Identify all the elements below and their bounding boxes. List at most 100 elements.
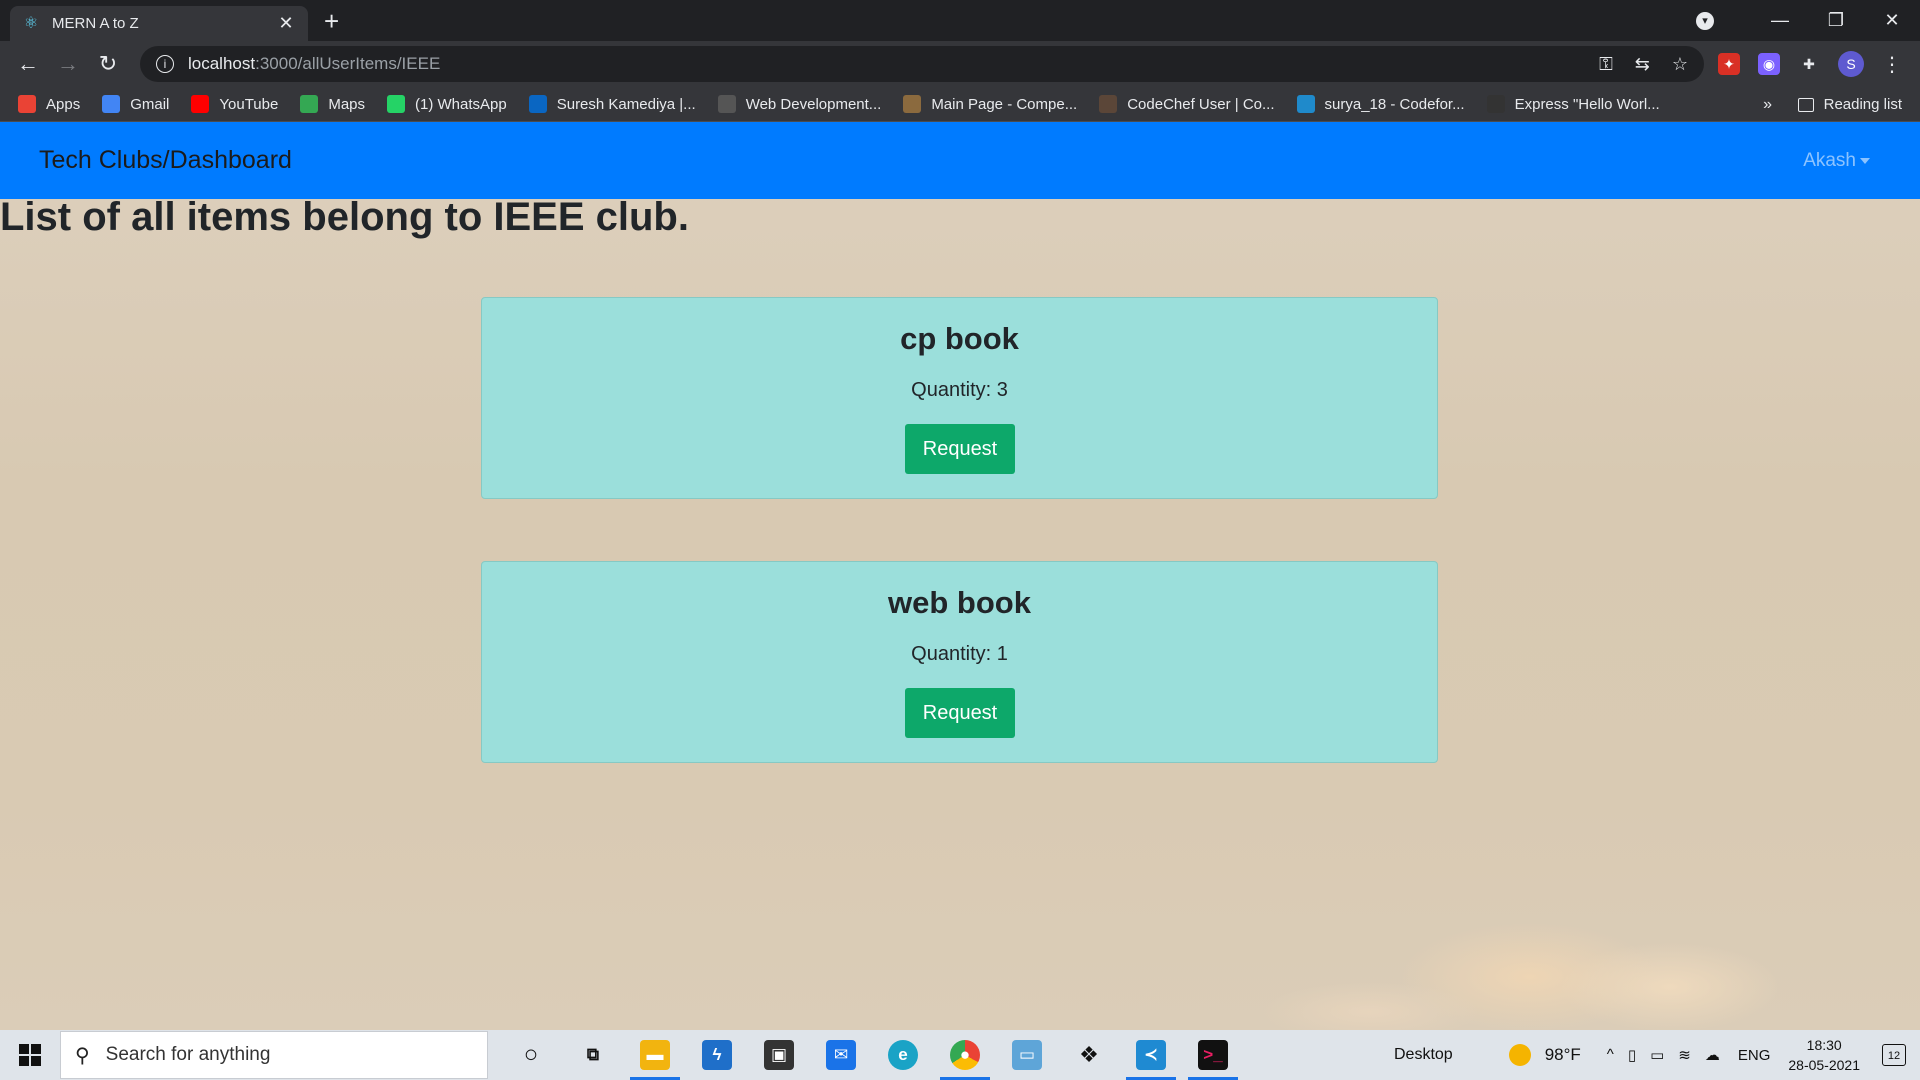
bookmark-favicon-icon: [1099, 95, 1118, 113]
page-viewport: Tech Clubs/Dashboard Akash List of all i…: [0, 122, 1920, 1030]
bookmark-item[interactable]: surya_18 - Codefor...: [1296, 95, 1465, 113]
new-tab-button[interactable]: +: [324, 6, 339, 36]
bookmark-item[interactable]: Suresh Kamediya |...: [528, 95, 696, 113]
reload-button[interactable]: ↻: [88, 51, 128, 77]
bookmark-label: surya_18 - Codefor...: [1324, 95, 1465, 113]
minimize-button[interactable]: —: [1752, 10, 1808, 31]
wifi-icon[interactable]: ≋: [1678, 1046, 1691, 1064]
task-view-button[interactable]: ⧉: [562, 1030, 624, 1080]
system-tray: Desktop 98°F ^ ▯ ▭ ≋ ☁ ENG 18:30 28-05-2…: [1394, 1030, 1920, 1080]
start-button[interactable]: [0, 1030, 60, 1080]
profile-dropdown[interactable]: ▾: [1696, 11, 1752, 30]
bookmark-item[interactable]: YouTube: [191, 95, 278, 113]
search-icon: ⚲: [75, 1044, 90, 1067]
language-indicator[interactable]: ENG: [1738, 1047, 1771, 1064]
close-window-button[interactable]: ✕: [1864, 10, 1920, 31]
bookmark-label: YouTube: [219, 95, 279, 113]
request-button[interactable]: Request: [905, 424, 1015, 474]
browser-tab-strip: ⚛ MERN A to Z ✕ + ▾ — ❐ ✕: [0, 0, 1920, 41]
lightning-icon: ϟ: [702, 1040, 732, 1070]
extension-icon[interactable]: ◉: [1758, 53, 1780, 75]
bookmark-favicon-icon: [191, 95, 210, 113]
store-button[interactable]: ▣: [748, 1030, 810, 1080]
bookmark-favicon-icon: [18, 95, 36, 113]
close-tab-icon[interactable]: ✕: [276, 13, 296, 34]
bookmark-item[interactable]: Maps: [300, 95, 365, 113]
device-icon[interactable]: ▯: [1628, 1046, 1636, 1064]
bookmark-item[interactable]: Express "Hello Worl...: [1486, 95, 1660, 113]
windows-logo-icon: [19, 1044, 41, 1066]
chrome-icon: ●: [950, 1040, 980, 1070]
vscode-button[interactable]: ≺: [1120, 1030, 1182, 1080]
background-cloud: [1560, 942, 1780, 1030]
back-button[interactable]: ←: [8, 51, 48, 77]
battery-icon[interactable]: ▭: [1650, 1046, 1664, 1064]
chevron-up-icon[interactable]: ^: [1607, 1046, 1614, 1064]
tab-title: MERN A to Z: [52, 15, 139, 32]
menu-kebab-icon[interactable]: ⋮: [1882, 52, 1902, 77]
puzzle-icon[interactable]: ✚: [1798, 53, 1820, 75]
reading-list-button[interactable]: Reading list: [1797, 87, 1902, 122]
terminal-icon: >_: [1198, 1040, 1228, 1070]
item-quantity: Quantity: 3: [911, 379, 1008, 401]
forward-button[interactable]: →: [48, 51, 88, 77]
site-info-icon[interactable]: i: [156, 55, 174, 73]
computer-button[interactable]: ▭: [996, 1030, 1058, 1080]
bookmark-favicon-icon: [102, 95, 121, 113]
cortana-button[interactable]: ○: [500, 1030, 562, 1080]
user-dropdown[interactable]: Akash: [1803, 122, 1870, 199]
key-icon[interactable]: ⚿: [1599, 54, 1613, 75]
caret-down-icon: [1860, 157, 1870, 164]
bookmark-label: Web Development...: [745, 95, 882, 113]
clock[interactable]: 18:30 28-05-2021: [1788, 1035, 1860, 1075]
profile-avatar[interactable]: S: [1838, 51, 1864, 77]
bookmark-label: Gmail: [130, 95, 170, 113]
file-explorer-button[interactable]: ▬: [624, 1030, 686, 1080]
address-bar[interactable]: i localhost:3000/allUserItems/IEEE ⚿ ⇆ ☆: [140, 46, 1704, 82]
item-name: cp book: [900, 321, 1019, 356]
cloud-icon[interactable]: ☁: [1705, 1046, 1720, 1064]
navbar-brand[interactable]: Tech Clubs/Dashboard: [39, 122, 292, 199]
extension-icon[interactable]: ✦: [1718, 53, 1740, 75]
user-name: Akash: [1803, 150, 1856, 171]
react-icon: ⚛: [23, 14, 39, 32]
edge-button[interactable]: e: [872, 1030, 934, 1080]
circle-icon: ○: [523, 1041, 539, 1068]
bookmark-favicon-icon: [1296, 95, 1315, 113]
weather-widget[interactable]: 98°F: [1508, 1044, 1581, 1066]
request-button[interactable]: Request: [905, 688, 1015, 738]
app-navbar: Tech Clubs/Dashboard Akash: [0, 122, 1920, 199]
window-controls: ▾ — ❐ ✕: [1696, 0, 1920, 41]
power-automate-button[interactable]: ϟ: [686, 1030, 748, 1080]
tab-mern-a-to-z[interactable]: ⚛ MERN A to Z ✕: [10, 6, 308, 41]
notification-center-icon[interactable]: 12: [1882, 1044, 1906, 1066]
bookmark-favicon-icon: [300, 95, 319, 113]
mail-button[interactable]: ✉: [810, 1030, 872, 1080]
terminal-button[interactable]: >_: [1182, 1030, 1244, 1080]
restore-button[interactable]: ❐: [1808, 10, 1864, 31]
bookmark-item[interactable]: Web Development...: [717, 95, 882, 113]
bookmarks-overflow-button[interactable]: »: [1763, 87, 1772, 122]
bookmark-item[interactable]: (1) WhatsApp: [387, 95, 507, 113]
taskbar-search[interactable]: ⚲ Search for anything: [60, 1031, 488, 1079]
windows-taskbar: ⚲ Search for anything ○ ⧉ ▬ ϟ ▣ ✉ e ● ▭ …: [0, 1030, 1920, 1080]
vscode-icon: ≺: [1136, 1040, 1166, 1070]
bookmark-label: Main Page - Compe...: [931, 95, 1078, 113]
translate-icon[interactable]: ⇆: [1635, 54, 1650, 75]
bookmark-item[interactable]: Main Page - Compe...: [903, 95, 1077, 113]
chrome-button[interactable]: ●: [934, 1030, 996, 1080]
bookmark-label: Suresh Kamediya |...: [556, 95, 696, 113]
bookmark-item[interactable]: Gmail: [102, 95, 169, 113]
bookmark-label: Express "Hello Worl...: [1514, 95, 1660, 113]
task-view-icon: ⧉: [586, 1045, 600, 1064]
bookmark-item[interactable]: CodeChef User | Co...: [1099, 95, 1275, 113]
bookmark-item[interactable]: Apps: [18, 95, 80, 113]
folder-icon: ▬: [640, 1040, 670, 1070]
dropbox-button[interactable]: ❖: [1058, 1030, 1120, 1080]
bookmark-label: (1) WhatsApp: [415, 95, 507, 113]
desktop-toolbar[interactable]: Desktop: [1394, 1046, 1453, 1064]
item-card: web book Quantity: 1 Request: [481, 561, 1438, 763]
computer-icon: ▭: [1012, 1040, 1042, 1070]
bookmark-star-icon[interactable]: ☆: [1672, 54, 1688, 75]
bookmark-favicon-icon: [387, 95, 406, 113]
